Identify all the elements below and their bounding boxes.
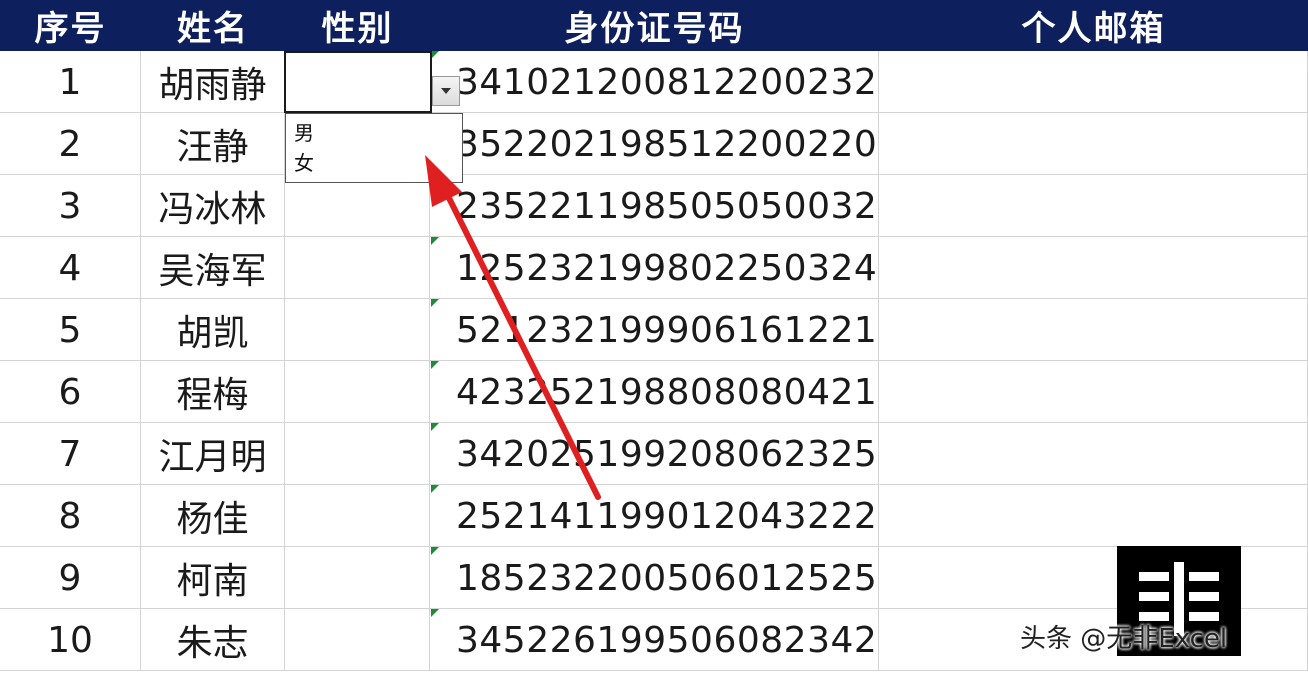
cell-gender[interactable] bbox=[285, 485, 430, 547]
table-row: 6 程梅 423252198808080421 bbox=[0, 361, 1308, 423]
cell-gender[interactable] bbox=[285, 237, 430, 299]
cell-seq[interactable]: 7 bbox=[0, 423, 141, 485]
cell-name[interactable]: 吴海军 bbox=[141, 237, 285, 299]
cell-id-number[interactable]: 521232199906161221 bbox=[430, 299, 879, 361]
cell-name[interactable]: 冯冰林 bbox=[141, 175, 285, 237]
cell-seq[interactable]: 10 bbox=[0, 609, 141, 671]
cell-id-number[interactable]: 423252198808080421 bbox=[430, 361, 879, 423]
spreadsheet-grid[interactable]: 序号 姓名 性别 身份证号码 个人邮箱 1 胡雨静 34102120081220… bbox=[0, 0, 1308, 674]
cell-email[interactable] bbox=[879, 361, 1308, 423]
error-indicator-icon[interactable] bbox=[431, 547, 439, 555]
dropdown-button[interactable] bbox=[432, 76, 460, 106]
table-row: 2 汪静 352202198512200220 bbox=[0, 113, 1308, 175]
cell-email[interactable] bbox=[879, 299, 1308, 361]
cell-id-number[interactable]: 185232200506012525 bbox=[430, 547, 879, 609]
cell-gender[interactable] bbox=[285, 175, 430, 237]
cell-name[interactable]: 杨佳 bbox=[141, 485, 285, 547]
cell-seq[interactable]: 4 bbox=[0, 237, 141, 299]
error-indicator-icon[interactable] bbox=[431, 361, 439, 369]
dropdown-option-male[interactable]: 男 bbox=[294, 118, 454, 148]
cell-email[interactable] bbox=[879, 51, 1308, 113]
cell-seq[interactable]: 3 bbox=[0, 175, 141, 237]
error-indicator-icon[interactable] bbox=[431, 609, 439, 617]
cell-email[interactable] bbox=[879, 547, 1308, 609]
cell-id-number[interactable]: 235221198505050032 bbox=[430, 175, 879, 237]
error-indicator-icon[interactable] bbox=[431, 51, 439, 59]
header-seq[interactable]: 序号 bbox=[0, 0, 141, 51]
dropdown-list: 男 女 bbox=[285, 113, 463, 183]
table-row: 9 柯南 185232200506012525 bbox=[0, 547, 1308, 609]
cell-gender[interactable] bbox=[285, 299, 430, 361]
cell-email[interactable] bbox=[879, 113, 1308, 175]
cell-seq[interactable]: 6 bbox=[0, 361, 141, 423]
header-email[interactable]: 个人邮箱 bbox=[879, 0, 1308, 51]
cell-email[interactable] bbox=[879, 423, 1308, 485]
cell-seq[interactable]: 5 bbox=[0, 299, 141, 361]
cell-seq[interactable]: 8 bbox=[0, 485, 141, 547]
cell-name[interactable]: 胡凯 bbox=[141, 299, 285, 361]
cell-gender[interactable] bbox=[285, 547, 430, 609]
table-row: 4 吴海军 125232199802250324 bbox=[0, 237, 1308, 299]
table-row: 8 杨佳 252141199012043222 bbox=[0, 485, 1308, 547]
cell-name[interactable]: 胡雨静 bbox=[141, 51, 285, 113]
cell-name[interactable]: 江月明 bbox=[141, 423, 285, 485]
cell-id-number[interactable]: 345226199506082342 bbox=[430, 609, 879, 671]
cell-id-number[interactable]: 352202198512200220 bbox=[430, 113, 879, 175]
error-indicator-icon[interactable] bbox=[431, 237, 439, 245]
cell-name[interactable]: 汪静 bbox=[141, 113, 285, 175]
cell-email[interactable] bbox=[879, 175, 1308, 237]
cell-gender[interactable] bbox=[285, 423, 430, 485]
cell-gender[interactable] bbox=[285, 361, 430, 423]
cell-seq[interactable]: 9 bbox=[0, 547, 141, 609]
header-gender[interactable]: 性别 bbox=[285, 0, 430, 51]
cell-gender[interactable] bbox=[285, 609, 430, 671]
table-row: 1 胡雨静 341021200812200232 bbox=[0, 51, 1308, 113]
error-indicator-icon[interactable] bbox=[431, 485, 439, 493]
cell-id-number[interactable]: 341021200812200232 bbox=[430, 51, 879, 113]
error-indicator-icon[interactable] bbox=[431, 299, 439, 307]
cell-seq[interactable]: 1 bbox=[0, 51, 141, 113]
table-row: 7 江月明 342025199208062325 bbox=[0, 423, 1308, 485]
cell-email[interactable] bbox=[879, 237, 1308, 299]
cell-seq[interactable]: 2 bbox=[0, 113, 141, 175]
error-indicator-icon[interactable] bbox=[431, 423, 439, 431]
cell-email[interactable] bbox=[879, 485, 1308, 547]
cell-id-number[interactable]: 125232199802250324 bbox=[430, 237, 879, 299]
table-row: 3 冯冰林 235221198505050032 bbox=[0, 175, 1308, 237]
header-id-number[interactable]: 身份证号码 bbox=[430, 0, 879, 51]
cell-name[interactable]: 朱志 bbox=[141, 609, 285, 671]
dropdown-option-female[interactable]: 女 bbox=[294, 148, 454, 178]
table-row: 5 胡凯 521232199906161221 bbox=[0, 299, 1308, 361]
header-name[interactable]: 姓名 bbox=[141, 0, 285, 51]
cell-name[interactable]: 程梅 bbox=[141, 361, 285, 423]
header-row: 序号 姓名 性别 身份证号码 个人邮箱 bbox=[0, 0, 1308, 51]
cell-name[interactable]: 柯南 bbox=[141, 547, 285, 609]
watermark-text: 头条 @无非Excel bbox=[1020, 624, 1228, 654]
active-cell-gender[interactable] bbox=[284, 51, 432, 113]
cell-id-number[interactable]: 342025199208062325 bbox=[430, 423, 879, 485]
chevron-down-icon bbox=[441, 88, 451, 94]
cell-id-number[interactable]: 252141199012043222 bbox=[430, 485, 879, 547]
